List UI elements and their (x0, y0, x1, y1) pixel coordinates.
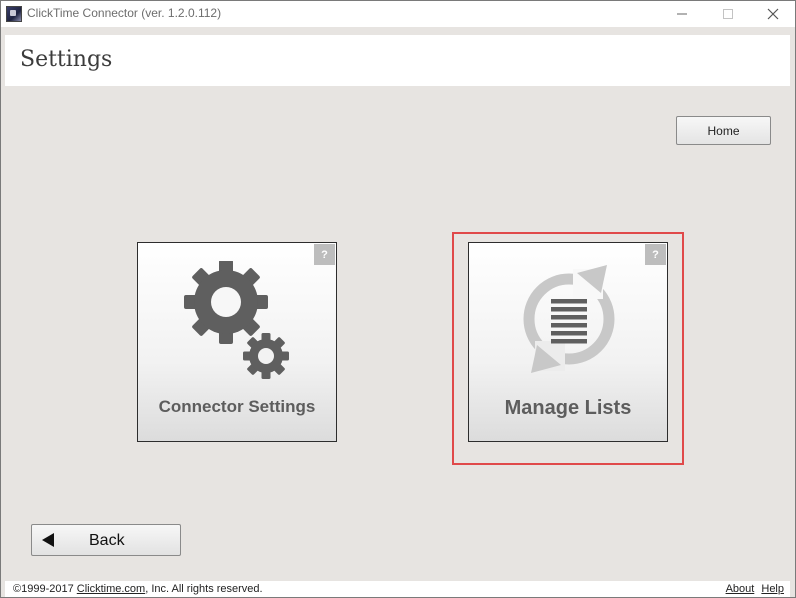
close-icon (767, 8, 779, 20)
window-title: ClickTime Connector (ver. 1.2.0.112) (27, 6, 222, 20)
manage-lists-help-button[interactable]: ? (645, 244, 666, 265)
home-button[interactable]: Home (676, 116, 771, 145)
help-link[interactable]: Help (761, 583, 784, 595)
footer: ©1999-2017 Clicktime.com, Inc. All right… (5, 581, 790, 597)
copyright-text: ©1999-2017 Clicktime.com, Inc. All right… (13, 583, 263, 595)
app-logo-icon (6, 6, 22, 22)
sync-list-icon (523, 265, 615, 373)
app-window: ClickTime Connector (ver. 1.2.0.112) Set… (0, 0, 796, 598)
footer-links: About Help (722, 583, 784, 595)
minimize-icon (677, 13, 687, 15)
connector-settings-tile[interactable]: ? Connector Settings (137, 242, 337, 442)
connector-settings-label: Connector Settings (158, 397, 316, 416)
close-button[interactable] (750, 1, 796, 27)
connector-settings-help-button[interactable]: ? (314, 244, 335, 265)
back-arrow-icon (42, 533, 54, 547)
manage-lists-label: Manage Lists (504, 397, 632, 419)
back-label: Back (89, 532, 125, 549)
maximize-icon (723, 9, 733, 19)
copyright-suffix: , Inc. All rights reserved. (145, 583, 263, 595)
header: Settings (5, 35, 790, 86)
title-bar[interactable]: ClickTime Connector (ver. 1.2.0.112) (1, 1, 795, 27)
maximize-button[interactable] (705, 1, 751, 27)
about-link[interactable]: About (726, 583, 755, 595)
gears-icon (184, 261, 289, 379)
minimize-button[interactable] (659, 1, 705, 27)
back-button[interactable]: Back (31, 524, 181, 556)
clicktime-link[interactable]: Clicktime.com (77, 583, 145, 595)
page-title: Settings (20, 47, 113, 72)
manage-lists-tile[interactable]: ? Manage Lists (468, 242, 668, 442)
copyright-prefix: ©1999-2017 (13, 583, 77, 595)
